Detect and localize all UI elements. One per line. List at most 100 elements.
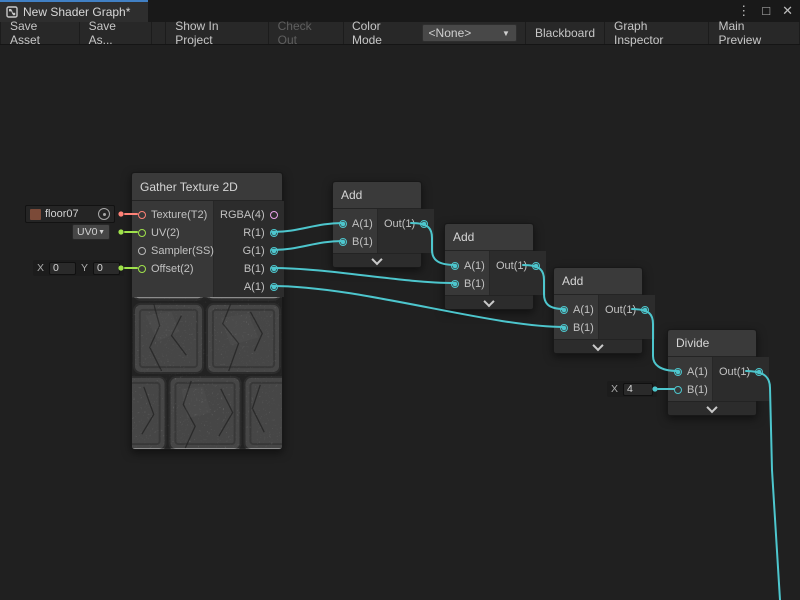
save-as-button[interactable]: Save As... xyxy=(80,22,153,44)
toolbar-gap xyxy=(152,22,165,44)
input-port-texture[interactable] xyxy=(138,211,146,219)
node-title[interactable]: Add xyxy=(445,224,533,251)
divide-b-input[interactable]: 4 xyxy=(623,383,653,396)
edge-layer xyxy=(0,0,800,600)
node-body: Texture(T2) UV(2) Sampler(SS) Offset(2) … xyxy=(132,201,282,297)
shader-graph-icon xyxy=(6,6,18,18)
port-label: G(1) xyxy=(243,245,265,257)
offset-y-input[interactable]: 0 xyxy=(93,262,120,275)
color-mode-label: Color Mode xyxy=(344,22,422,44)
node-body: A(1) B(1) Out(1) xyxy=(554,295,642,339)
texture-object-field[interactable]: floor07 xyxy=(25,205,115,223)
input-port-a[interactable] xyxy=(451,262,459,270)
port-row-out: Out(1) xyxy=(378,215,434,233)
node-title[interactable]: Divide xyxy=(668,330,756,357)
port-row-b: B(1) xyxy=(445,275,489,293)
output-column: Out(1) xyxy=(490,251,546,295)
port-label: B(1) xyxy=(352,236,373,248)
port-label: RGBA(4) xyxy=(220,209,265,221)
port-row-g: G(1) xyxy=(214,242,284,260)
offset-vector2-field: X 0 Y 0 xyxy=(33,260,124,276)
node-add-2[interactable]: Add A(1) B(1) Out(1) xyxy=(444,223,534,310)
output-port-g[interactable] xyxy=(270,247,278,255)
blackboard-button[interactable]: Blackboard xyxy=(525,22,605,44)
collapse-bar[interactable] xyxy=(668,401,756,415)
chevron-down-icon xyxy=(371,253,382,264)
output-port-a[interactable] xyxy=(270,283,278,291)
output-port[interactable] xyxy=(641,306,649,314)
offset-x-input[interactable]: 0 xyxy=(49,262,76,275)
chevron-down-icon xyxy=(706,401,717,412)
node-title[interactable]: Add xyxy=(554,268,642,295)
port-row-texture: Texture(T2) xyxy=(132,206,213,224)
save-asset-button[interactable]: Save Asset xyxy=(0,22,80,44)
port-label: A(1) xyxy=(573,304,594,316)
port-label: Out(1) xyxy=(719,366,750,378)
input-column: A(1) B(1) xyxy=(333,209,378,253)
port-label: B(1) xyxy=(573,322,594,334)
input-port-offset[interactable] xyxy=(138,265,146,273)
node-divide[interactable]: Divide A(1) B(1) Out(1) xyxy=(667,329,757,416)
node-add-1[interactable]: Add A(1) B(1) Out(1) xyxy=(332,181,422,268)
uv-channel-dropdown[interactable]: UV0 ▼ xyxy=(72,224,110,240)
node-title[interactable]: Add xyxy=(333,182,421,209)
port-label: Offset(2) xyxy=(151,263,194,275)
x-label: X xyxy=(611,383,618,395)
tab-title: New Shader Graph* xyxy=(23,5,130,19)
output-port-b[interactable] xyxy=(270,265,278,273)
divide-b-float-field: X 4 xyxy=(607,381,657,397)
input-port-a[interactable] xyxy=(674,368,682,376)
node-title[interactable]: Gather Texture 2D xyxy=(132,173,282,201)
output-column: RGBA(4) R(1) G(1) B(1) A(1) xyxy=(214,201,284,297)
input-port-b[interactable] xyxy=(339,238,347,246)
port-label: A(1) xyxy=(352,218,373,230)
color-mode-value: <None> xyxy=(429,26,472,40)
input-port-uv[interactable] xyxy=(138,229,146,237)
input-port-sampler[interactable] xyxy=(138,247,146,255)
port-row-rgba: RGBA(4) xyxy=(214,206,284,224)
node-body: A(1) B(1) Out(1) xyxy=(333,209,421,253)
graph-inspector-button[interactable]: Graph Inspector xyxy=(605,22,709,44)
color-mode-dropdown[interactable]: <None> ▼ xyxy=(422,24,517,42)
port-row-a: A(1) xyxy=(445,257,489,275)
port-row-out: Out(1) xyxy=(599,301,655,319)
port-label: A(1) xyxy=(464,260,485,272)
input-port-b[interactable] xyxy=(674,386,682,394)
port-row-r: R(1) xyxy=(214,224,284,242)
port-label: Sampler(SS) xyxy=(151,245,214,257)
texture-swatch xyxy=(30,209,41,220)
collapse-bar[interactable] xyxy=(445,295,533,309)
port-label: B(1) xyxy=(687,384,708,396)
x-label: X xyxy=(37,262,44,274)
port-row-out: Out(1) xyxy=(713,363,769,381)
port-row-b: B(1) xyxy=(554,319,598,337)
node-add-3[interactable]: Add A(1) B(1) Out(1) xyxy=(553,267,643,354)
port-row-sampler: Sampler(SS) xyxy=(132,242,213,260)
uv-channel-value: UV0 xyxy=(77,226,97,238)
collapse-bar[interactable] xyxy=(333,253,421,267)
collapse-bar[interactable] xyxy=(554,339,642,353)
input-port-a[interactable] xyxy=(339,220,347,228)
show-in-project-button[interactable]: Show In Project xyxy=(165,22,268,44)
port-label: A(1) xyxy=(687,366,708,378)
main-preview-button[interactable]: Main Preview xyxy=(709,22,800,44)
texture-preview-image xyxy=(132,297,282,449)
edge-b-to-add2-b xyxy=(272,268,455,283)
port-row-b: B(1) xyxy=(668,381,712,399)
output-port-r[interactable] xyxy=(270,229,278,237)
node-body: A(1) B(1) Out(1) xyxy=(668,357,756,401)
chevron-down-icon: ▼ xyxy=(502,29,510,38)
widget-port-uv xyxy=(118,229,123,234)
output-port[interactable] xyxy=(755,368,763,376)
port-label: Out(1) xyxy=(605,304,636,316)
output-port-rgba[interactable] xyxy=(270,211,278,219)
input-port-a[interactable] xyxy=(560,306,568,314)
output-column: Out(1) xyxy=(599,295,655,339)
output-port[interactable] xyxy=(532,262,540,270)
input-port-b[interactable] xyxy=(451,280,459,288)
object-picker-icon[interactable] xyxy=(98,208,110,220)
output-port[interactable] xyxy=(420,220,428,228)
node-gather-texture-2d[interactable]: Gather Texture 2D Texture(T2) UV(2) Samp… xyxy=(131,172,283,450)
input-port-b[interactable] xyxy=(560,324,568,332)
output-column: Out(1) xyxy=(713,357,769,401)
